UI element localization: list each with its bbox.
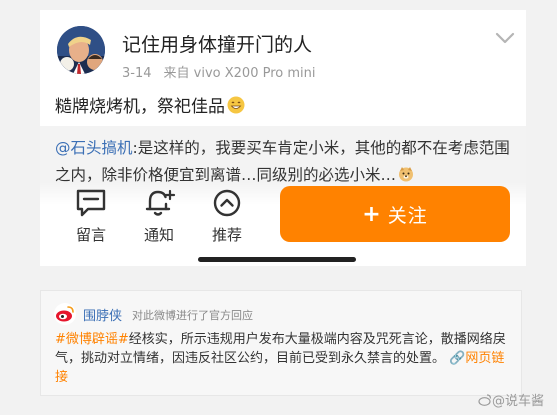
chevron-up-circle-icon — [213, 189, 241, 217]
follow-label: 关注 — [387, 204, 428, 227]
watermark-weibo-icon — [478, 393, 492, 407]
quote-mention[interactable]: @石头搞机 — [55, 139, 133, 157]
notice-hashtag[interactable]: #微博辟谣# — [55, 332, 129, 347]
bell-plus-icon — [145, 189, 176, 216]
post-text-content: 糙牌烧烤机，祭祀佳品 — [55, 97, 225, 117]
official-notice: 围脖侠 对此微博进行了官方回应 #微博辟谣#经核实，所示违规用户发布大量极端内容… — [40, 290, 522, 396]
link-icon: 🔗 — [449, 351, 466, 366]
quote-text: @石头搞机:是这样的，我要买车肯定小米，其他的都不在考虑范围之内，除非价格便宜到… — [55, 135, 517, 189]
post-source-prefix: 来自 — [163, 66, 190, 81]
post-date: 3-14 — [122, 66, 152, 81]
post-meta: 3-14 来自 vivo X200 Pro mini — [122, 62, 316, 81]
doge-emoji-icon — [398, 164, 414, 182]
comment-label: 留言 — [75, 226, 106, 244]
notice-description: 对此微博进行了官方回应 — [132, 309, 253, 322]
notify-button[interactable]: 通知 — [129, 188, 189, 245]
watermark-text: @说车酱 — [492, 394, 545, 409]
post-text: 糙牌烧烤机，祭祀佳品 — [55, 92, 245, 117]
watermark: @说车酱 — [478, 390, 544, 409]
post-card: 记住用身体撞开门的人 3-14 来自 vivo X200 Pro mini 糙牌烧… — [40, 10, 526, 266]
weibo-logo-icon — [54, 303, 76, 325]
comment-icon — [76, 189, 106, 217]
user-avatar[interactable] — [57, 26, 105, 74]
home-indicator — [198, 257, 356, 262]
post-device: vivo X200 Pro mini — [193, 66, 316, 81]
notice-body: #微博辟谣#经核实，所示违规用户发布大量极端内容及咒死言论，散播网络戾气，挑动对… — [55, 330, 513, 387]
recommend-label: 推荐 — [211, 226, 242, 244]
chevron-down-icon[interactable] — [495, 30, 515, 44]
comment-button[interactable]: 留言 — [61, 188, 121, 245]
grin-emoji-icon — [227, 96, 245, 114]
notice-account-name[interactable]: 围脖侠 — [83, 305, 122, 324]
notify-label: 通知 — [143, 226, 174, 244]
follow-button[interactable]: + 关注 — [280, 186, 510, 242]
post-username[interactable]: 记住用身体撞开门的人 — [122, 30, 312, 57]
plus-icon: + — [362, 201, 382, 227]
recommend-button[interactable]: 推荐 — [197, 188, 257, 245]
